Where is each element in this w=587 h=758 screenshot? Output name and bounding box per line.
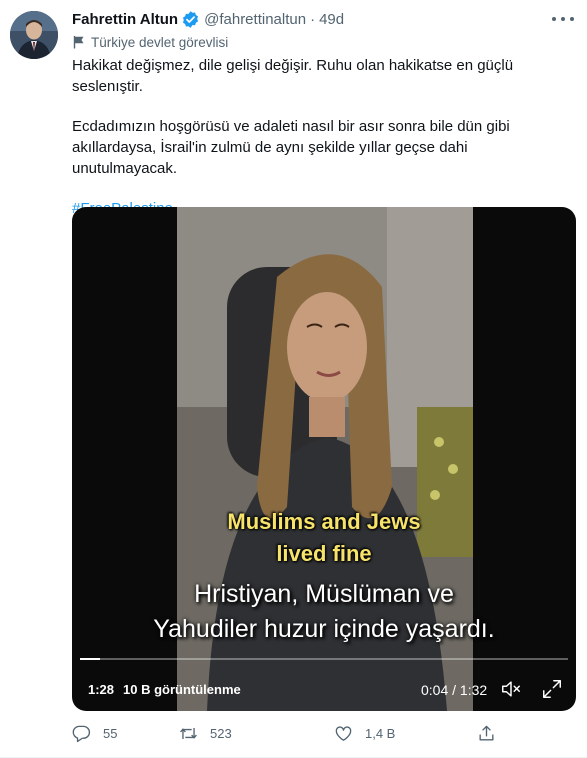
retweet-icon <box>179 724 198 743</box>
volume-mute-icon[interactable] <box>500 678 522 700</box>
share-icon <box>477 724 496 743</box>
avatar[interactable] <box>10 11 58 59</box>
verified-badge-icon <box>181 10 200 29</box>
video-subtitle-line-1: Hristiyan, Müslüman ve <box>194 580 454 608</box>
reply-icon <box>72 724 91 743</box>
video-subtitle-line-2: Yahudiler huzur içinde yaşardı. <box>153 615 495 643</box>
reply-count: 55 <box>103 726 118 741</box>
fullscreen-icon[interactable] <box>541 678 563 700</box>
video-caption-line-1: Muslims and Jews <box>227 509 421 534</box>
header-separator: · <box>310 10 316 28</box>
flag-icon <box>72 35 86 49</box>
reply-button[interactable]: 55 <box>72 724 117 743</box>
video-caption-line-2: lived fine <box>276 541 372 566</box>
like-button[interactable]: 1,4 B <box>334 724 395 743</box>
tweet-paragraph-1: Hakikat değişmez, dile gelişi değişir. R… <box>72 57 514 95</box>
video-progress-bar[interactable] <box>80 658 568 660</box>
retweet-count: 523 <box>210 726 232 741</box>
video-time-readout: 0:04 / 1:32 <box>421 682 488 698</box>
tweet[interactable]: Fahrettin Altun @fahrettinaltun · 49d Tü… <box>0 0 587 758</box>
tweet-text: Hakikat değişmez, dile gelişi değişir. R… <box>72 55 562 219</box>
tweet-actions: 55 523 1,4 B <box>72 724 512 746</box>
author-name[interactable]: Fahrettin Altun <box>72 11 178 28</box>
like-count: 1,4 B <box>365 726 396 741</box>
more-icon[interactable] <box>552 10 574 28</box>
video-player[interactable]: Muslims and Jews lived fine Hristiyan, M… <box>72 207 576 711</box>
tweet-header: Fahrettin Altun @fahrettinaltun · 49d <box>72 8 344 30</box>
tweet-age[interactable]: 49d <box>319 11 344 28</box>
video-duration-badge: 1:28 <box>88 682 115 697</box>
video-progress-fill <box>80 658 100 660</box>
retweet-button[interactable]: 523 <box>179 724 232 743</box>
author-handle[interactable]: @fahrettinaltun <box>204 11 306 28</box>
share-button[interactable] <box>477 724 496 743</box>
tweet-paragraph-2: Ecdadımızın hoşgörüsü ve adaleti nasıl b… <box>72 118 510 177</box>
account-label[interactable]: Türkiye devlet görevlisi <box>72 33 228 51</box>
like-icon <box>334 724 353 743</box>
video-view-count: 10 B görüntülenme <box>123 682 241 697</box>
account-label-text: Türkiye devlet görevlisi <box>91 34 229 50</box>
